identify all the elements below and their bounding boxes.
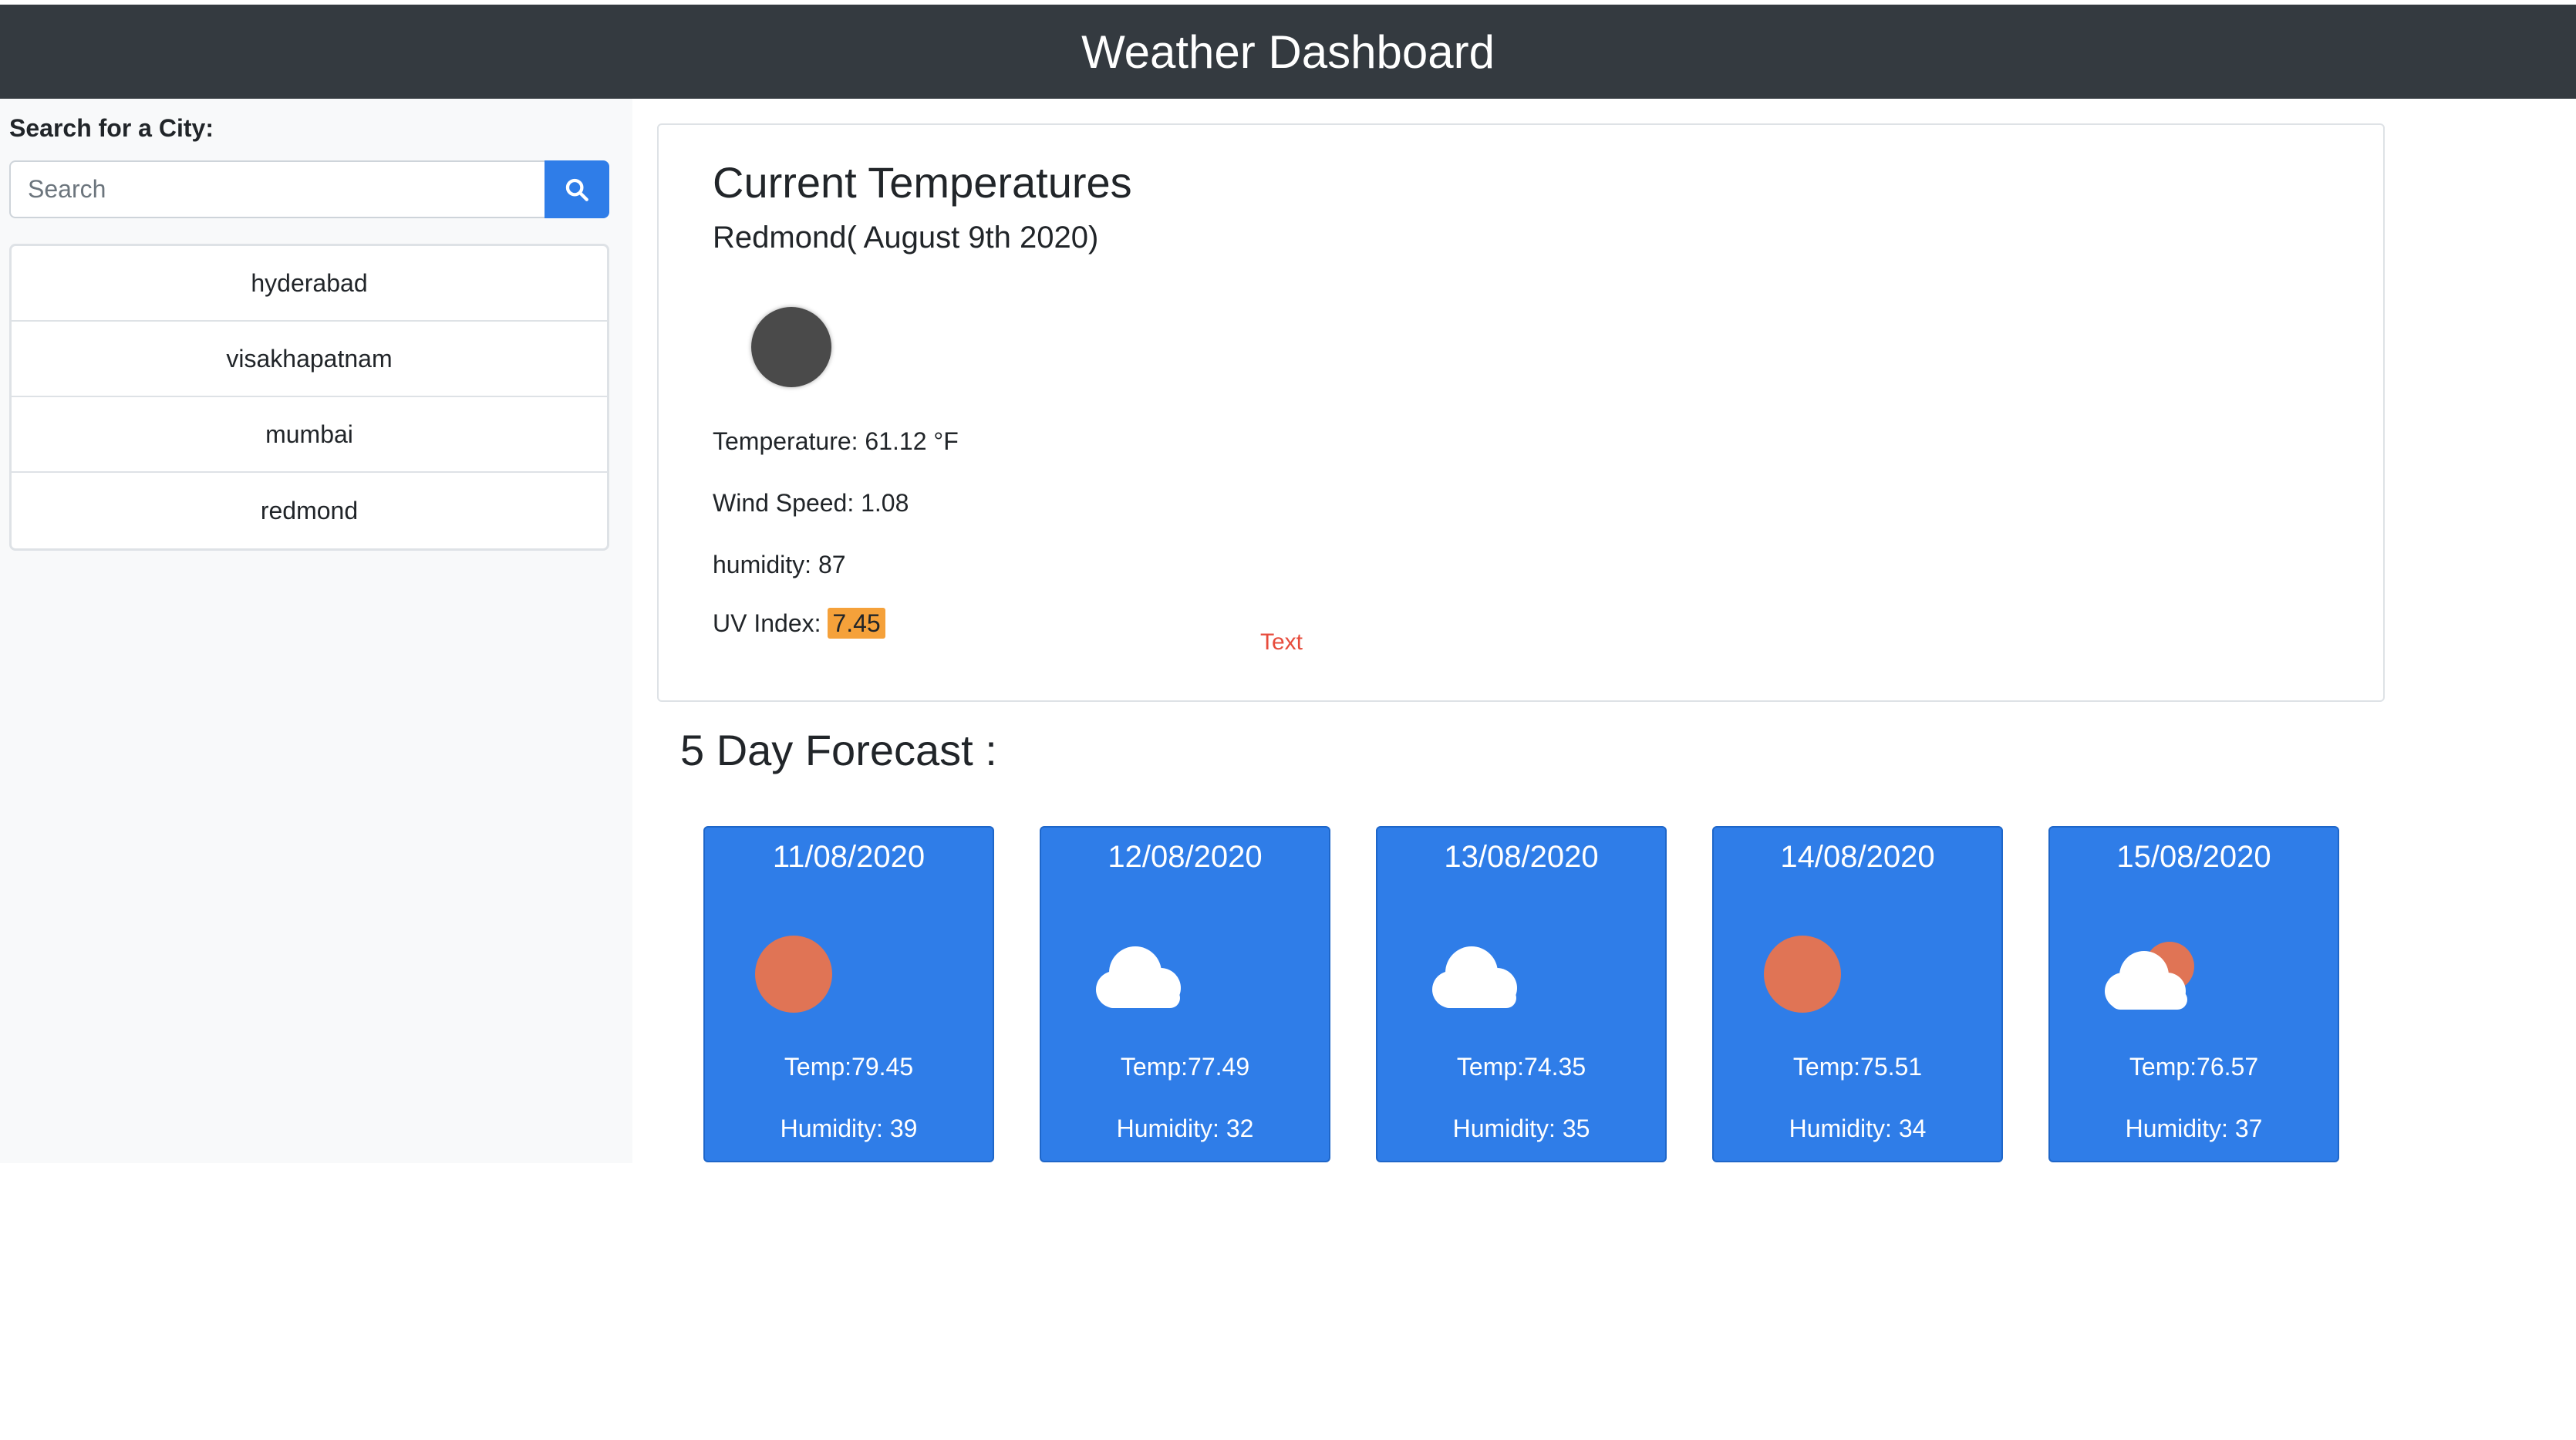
forecast-humidity: Humidity: 32 [1116,1115,1254,1142]
forecast-date: 13/08/2020 [1444,840,1599,874]
current-heading: Current Temperatures [713,158,1132,207]
forecast-temp: Temp:76.57 [2129,1053,2259,1081]
forecast-humidity: Humidity: 39 [780,1115,918,1142]
current-city-date: Redmond( August 9th 2020) [713,221,1099,255]
forecast-humidity: Humidity: 37 [2125,1115,2263,1142]
forecast-humidity: Humidity: 34 [1789,1115,1927,1142]
forecast-card: 15/08/2020 Temp:76.57 Humidity: 37 [2048,826,2339,1162]
forecast-card: 14/08/2020 Temp:75.51 Humidity: 34 [1712,826,2003,1162]
sun-icon [755,936,832,1013]
app-header: Weather Dashboard [0,5,2576,99]
city-history-item[interactable]: hyderabad [12,246,607,322]
forecast-date: 11/08/2020 [772,840,926,874]
uv-label: UV Index: [713,609,828,637]
cloud-icon [1432,946,1517,1008]
current-weather-card: Current Temperatures Redmond( August 9th… [657,123,2385,702]
forecast-date: 12/08/2020 [1108,840,1263,874]
forecast-date: 14/08/2020 [1780,840,1935,874]
search-input[interactable] [9,160,546,218]
sun-icon [1764,936,1841,1013]
forecast-card: 12/08/2020 Temp:77.49 Humidity: 32 [1040,826,1330,1162]
forecast-temp: Temp:79.45 [784,1053,914,1081]
forecast-heading: 5 Day Forecast : [680,726,997,774]
city-history-item[interactable]: redmond [12,473,607,548]
search-history-list: hyderabad visakhapatnam mumbai redmond [9,244,609,551]
city-history-item[interactable]: visakhapatnam [12,322,607,397]
forecast-card: 11/08/2020 Temp:79.45 Humidity: 39 [703,826,994,1162]
stray-text: Text [1260,629,1303,655]
city-history-item[interactable]: mumbai [12,397,607,473]
current-humidity: humidity: 87 [713,551,846,578]
current-wind-speed: Wind Speed: 1.08 [713,489,909,517]
search-icon [565,178,588,201]
night-moon-icon [751,307,831,387]
search-button[interactable] [545,160,609,218]
uv-value-badge: 7.45 [828,608,885,639]
forecast-temp: Temp:75.51 [1792,1053,1923,1081]
search-label: Search for a City: [9,114,214,142]
sidebar: Search for a City: hyderabad visakhapatn… [0,99,632,1163]
current-temperature: Temperature: 61.12 °F [713,427,959,455]
partly-cloudy-icon [2105,942,2194,1010]
forecast-humidity: Humidity: 35 [1452,1115,1590,1142]
forecast-card: 13/08/2020 Temp:74.35 Humidity: 35 [1376,826,1667,1162]
forecast-temp: Temp:77.49 [1120,1053,1250,1081]
page-title: Weather Dashboard [1081,25,1495,78]
cloud-icon [1096,946,1181,1008]
forecast-temp: Temp:74.35 [1456,1053,1586,1081]
forecast-date: 15/08/2020 [2116,840,2271,874]
current-uv-index: UV Index: 7.45 [713,608,885,639]
